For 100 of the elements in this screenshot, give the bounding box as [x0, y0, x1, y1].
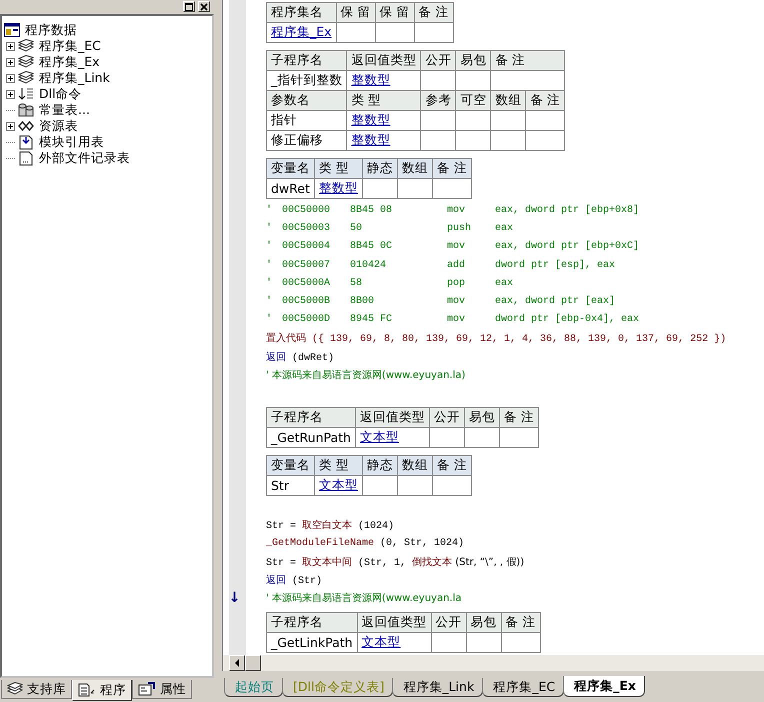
asm-opcode: mov [447, 204, 466, 216]
column-header: 可空 [456, 90, 491, 110]
column-header: 备 注 [490, 50, 565, 70]
scroll-thumb[interactable] [245, 655, 261, 671]
column-header: 易包 [464, 407, 500, 428]
expand-icon[interactable] [6, 90, 15, 98]
type-link[interactable]: 整数型 [346, 110, 421, 130]
type-link[interactable]: 程序集_Ex [266, 22, 336, 42]
asm-bytes: 8B45 0C [350, 241, 394, 252]
properties-icon [138, 682, 156, 696]
tree-item[interactable]: 外部文件记录表 [37, 150, 132, 166]
column-header: 备 注 [414, 2, 453, 22]
asm-bytes: 8945 FC [350, 314, 394, 326]
code-line: 置入代码 ({ 139, 69, 8, 80, 139, 69, 12, 1, 4, 36, 88, 139, 0, 137, 69, 252 }) [266, 332, 726, 346]
column-header: 保 留 [375, 2, 414, 22]
asm-opcode: mov [447, 241, 466, 252]
left-triangle-icon [234, 659, 240, 667]
column-header: 易包 [466, 612, 502, 633]
panel-tab[interactable]: 属性 [132, 680, 192, 699]
column-header: 程序集名 [266, 2, 336, 22]
type-link[interactable]: 文本型 [357, 632, 432, 653]
document-tab[interactable]: 程序集_Ex [563, 676, 645, 697]
expand-icon[interactable] [6, 122, 15, 130]
code-line: ' 本源码来自易语言资源网(www.eyuyan.la) [266, 368, 466, 382]
document-tab[interactable]: 程序集_Link [392, 678, 484, 697]
asm-operands: dword ptr [ebp-0x4], eax [495, 314, 640, 326]
tree-item[interactable]: 程序集_EC [37, 38, 103, 54]
tree-item[interactable]: Dll命令 [37, 86, 84, 102]
column-header: 公开 [429, 407, 464, 428]
comment-mark: ' [266, 314, 274, 326]
document-tab[interactable]: 程序集_EC [482, 678, 564, 697]
maximize-button[interactable] [183, 1, 195, 12]
asm-bytes: 010424 [350, 260, 388, 271]
column-header: 备 注 [499, 407, 538, 428]
asm-address: 00C50003 [282, 222, 332, 234]
column-header: 返回值类型 [346, 50, 421, 70]
cylinders-icon [18, 103, 34, 117]
list-arrow-icon [18, 87, 34, 101]
expand-icon[interactable] [6, 58, 15, 66]
column-header: 类 型 [314, 158, 362, 178]
type-link[interactable]: 文本型 [355, 427, 430, 448]
code-line: ' 本源码来自易语言资源网(www.eyuyan.la [266, 592, 462, 606]
comment-mark: ' [266, 222, 274, 234]
comment-mark: ' [266, 278, 274, 289]
asm-operands: dword ptr [esp], eax [495, 260, 616, 271]
code-line: 返回 (Str) [266, 574, 322, 587]
expand-icon[interactable] [6, 42, 15, 50]
asm-bytes: 58 [350, 278, 364, 289]
type-link[interactable]: 整数型 [314, 178, 362, 198]
table-cell: _GetLinkPath [266, 632, 358, 653]
diamonds-icon [18, 119, 34, 133]
column-header: 返回值类型 [355, 407, 430, 428]
column-header: 参考 [420, 90, 456, 110]
type-link[interactable]: 文本型 [314, 475, 362, 496]
table-cell: Str [266, 475, 314, 496]
comment-mark: ' [266, 296, 274, 308]
asm-operands: eax, dword ptr [eax] [495, 296, 616, 308]
asm-address: 00C5000B [282, 296, 332, 308]
column-header: 公开 [420, 50, 456, 70]
current-line-marker: ↓ [228, 590, 240, 606]
scroll-left-button[interactable] [229, 655, 245, 671]
column-header: 子程序名 [266, 50, 347, 70]
tree-item[interactable]: 资源表 [37, 118, 80, 134]
column-header: 数组 [398, 455, 432, 476]
expand-icon[interactable] [6, 74, 15, 82]
tree-item[interactable]: 常量表... [37, 102, 92, 118]
tree-item[interactable]: 模块引用表 [37, 134, 106, 150]
table-cell: dwRet [266, 178, 314, 198]
document-arrow-icon [18, 134, 34, 150]
maximize-icon [185, 2, 193, 10]
type-link[interactable]: 整数型 [346, 130, 421, 150]
asm-address: 00C50007 [282, 260, 332, 271]
code-line: _GetModuleFileName (0, Str, 1024) [266, 538, 464, 549]
column-header: 变量名 [266, 455, 314, 476]
close-icon [200, 2, 208, 10]
asm-operands: eax, dword ptr [ebp+0xC] [495, 241, 640, 252]
column-header: 数组 [490, 90, 526, 110]
asm-opcode: mov [447, 314, 466, 326]
panel-tab[interactable]: 支持库 [1, 680, 72, 699]
column-header: 公开 [431, 612, 466, 633]
asm-bytes: 8B45 08 [350, 204, 394, 216]
comment-mark: ' [266, 204, 274, 216]
column-header: 类 型 [314, 455, 362, 476]
column-header: 返回值类型 [357, 612, 432, 633]
column-header: 备 注 [432, 158, 472, 178]
code-line: Str = 取文本中间 (Str, 1, 倒找文本 (Str, “\”, , 假)) [266, 556, 524, 569]
panel-tab[interactable]: 程序 [72, 680, 132, 701]
asm-opcode: add [447, 260, 466, 271]
type-link[interactable]: 整数型 [346, 70, 421, 90]
tree-item[interactable]: 程序集_Link [37, 70, 112, 86]
comment-mark: ' [266, 241, 274, 252]
tree-item[interactable]: 程序数据 [23, 22, 79, 38]
table-cell: 修正偏移 [266, 130, 347, 150]
close-button[interactable] [198, 1, 210, 12]
column-header: 易包 [456, 50, 491, 70]
asm-address: 00C50004 [282, 241, 332, 252]
column-header: 子程序名 [266, 612, 358, 633]
tree-item[interactable]: 程序集_Ex [37, 54, 102, 70]
stack-icon [18, 71, 34, 85]
asm-address: 00C5000A [282, 278, 332, 289]
